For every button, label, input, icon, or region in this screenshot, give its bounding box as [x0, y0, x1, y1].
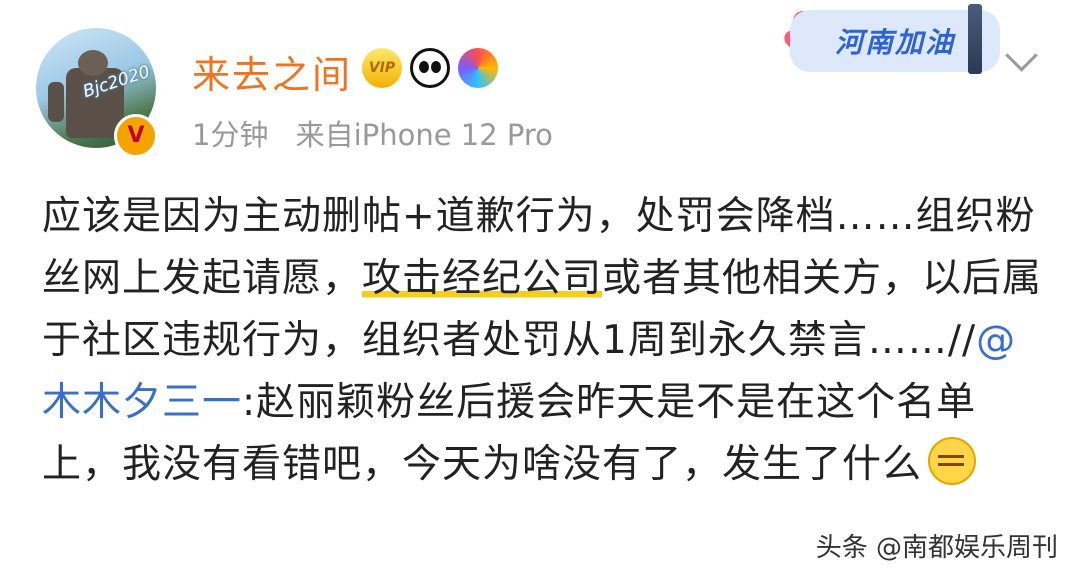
source-watermark: 头条 @南都娱乐周刊: [815, 533, 1058, 563]
user-badges: VIP: [362, 48, 498, 88]
post-source: 来自iPhone 12 Pro: [295, 118, 553, 152]
chevron-down-icon[interactable]: [1005, 39, 1038, 72]
vip-badge-icon[interactable]: VIP: [362, 48, 402, 88]
speechless-emoji-icon: [928, 437, 977, 485]
username[interactable]: 来去之间: [192, 44, 352, 99]
post-content: 应该是因为主动删帖+道歉行为，处罚会降档……组织粉丝网上发起请愿，攻击经纪公司或…: [42, 186, 1052, 496]
tower-icon: [968, 4, 982, 74]
panda-badge-icon[interactable]: [410, 48, 450, 88]
post-meta: 1分钟 来自iPhone 12 Pro: [192, 112, 571, 154]
highlighted-text: 攻击经纪公司: [362, 256, 603, 301]
post-time: 1分钟: [192, 118, 269, 152]
hot-air-balloon-badge-icon[interactable]: [458, 48, 498, 88]
verified-badge-icon: V: [114, 114, 158, 158]
